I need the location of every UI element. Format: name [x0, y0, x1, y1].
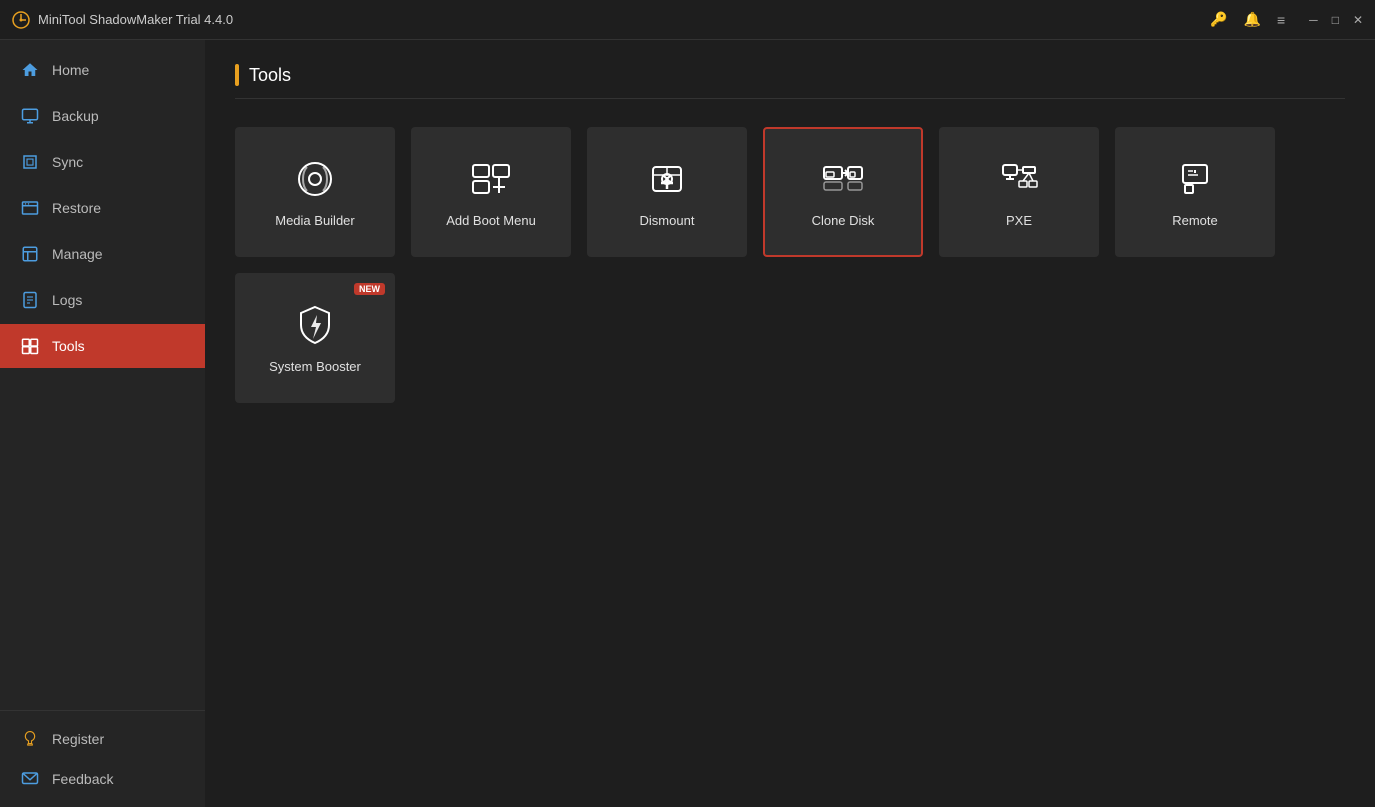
- pxe-icon: [997, 157, 1041, 201]
- tool-card-dismount[interactable]: Dismount: [587, 127, 747, 257]
- title-bar: MiniTool ShadowMaker Trial 4.4.0 🔑 🔔 ≡ ─…: [0, 0, 1375, 40]
- sidebar-label-manage: Manage: [52, 246, 103, 262]
- key-icon[interactable]: 🔑: [1210, 11, 1227, 28]
- minimize-button[interactable]: ─: [1309, 14, 1318, 26]
- sidebar-label-tools: Tools: [52, 338, 85, 354]
- add-boot-menu-label: Add Boot Menu: [446, 213, 536, 228]
- logs-icon: [20, 290, 40, 310]
- dismount-icon: [645, 157, 689, 201]
- clone-disk-label: Clone Disk: [812, 213, 875, 228]
- clone-disk-icon: [821, 157, 865, 201]
- title-bar-left: MiniTool ShadowMaker Trial 4.4.0: [12, 11, 233, 29]
- sidebar-label-sync: Sync: [52, 154, 83, 170]
- dismount-label: Dismount: [640, 213, 695, 228]
- new-badge: NEW: [354, 283, 385, 295]
- window-controls: ─ □ ✕: [1309, 14, 1363, 26]
- sidebar-label-logs: Logs: [52, 292, 82, 308]
- menu-icon[interactable]: ≡: [1277, 12, 1285, 28]
- remote-icon: [1173, 157, 1217, 201]
- maximize-button[interactable]: □: [1332, 14, 1339, 26]
- sidebar-item-sync[interactable]: Sync: [0, 140, 205, 184]
- system-booster-label: System Booster: [269, 359, 361, 374]
- backup-icon: [20, 106, 40, 126]
- sidebar-item-restore[interactable]: Restore: [0, 186, 205, 230]
- title-accent: [235, 64, 239, 86]
- restore-icon: [20, 198, 40, 218]
- sidebar-item-home[interactable]: Home: [0, 48, 205, 92]
- tool-card-remote[interactable]: Remote: [1115, 127, 1275, 257]
- tools-grid: Media Builder Add Boot Menu: [235, 127, 1345, 403]
- sidebar-label-restore: Restore: [52, 200, 101, 216]
- tool-card-media-builder[interactable]: Media Builder: [235, 127, 395, 257]
- sidebar-label-register: Register: [52, 731, 104, 747]
- register-icon: [20, 729, 40, 749]
- tool-card-clone-disk[interactable]: Clone Disk: [763, 127, 923, 257]
- app-title: MiniTool ShadowMaker Trial 4.4.0: [38, 12, 233, 27]
- system-booster-icon: [293, 303, 337, 347]
- sidebar-item-manage[interactable]: Manage: [0, 232, 205, 276]
- home-icon: [20, 60, 40, 80]
- page-title: Tools: [249, 65, 291, 86]
- remote-label: Remote: [1172, 213, 1218, 228]
- sync-icon: [20, 152, 40, 172]
- tool-card-pxe[interactable]: PXE: [939, 127, 1099, 257]
- sidebar-label-backup: Backup: [52, 108, 99, 124]
- sidebar-item-register[interactable]: Register: [0, 719, 205, 759]
- sidebar-item-logs[interactable]: Logs: [0, 278, 205, 322]
- feedback-icon: [20, 769, 40, 789]
- sidebar-item-backup[interactable]: Backup: [0, 94, 205, 138]
- page-title-bar: Tools: [235, 64, 1345, 99]
- sidebar: Home Backup Sync Restore: [0, 40, 205, 807]
- media-builder-icon: [293, 157, 337, 201]
- tools-icon: [20, 336, 40, 356]
- sidebar-item-feedback[interactable]: Feedback: [0, 759, 205, 799]
- main-content: Tools Media Builder: [205, 40, 1375, 807]
- close-button[interactable]: ✕: [1353, 14, 1363, 26]
- sidebar-label-home: Home: [52, 62, 89, 78]
- sidebar-label-feedback: Feedback: [52, 771, 113, 787]
- sidebar-bottom: Register Feedback: [0, 710, 205, 807]
- pxe-label: PXE: [1006, 213, 1032, 228]
- tool-card-system-booster[interactable]: NEW System Booster: [235, 273, 395, 403]
- manage-icon: [20, 244, 40, 264]
- app-body: Home Backup Sync Restore: [0, 40, 1375, 807]
- notification-icon[interactable]: 🔔: [1244, 11, 1261, 28]
- media-builder-label: Media Builder: [275, 213, 355, 228]
- add-boot-menu-icon: [469, 157, 513, 201]
- app-logo-icon: [12, 11, 30, 29]
- sidebar-nav: Home Backup Sync Restore: [0, 48, 205, 710]
- tool-card-add-boot-menu[interactable]: Add Boot Menu: [411, 127, 571, 257]
- sidebar-item-tools[interactable]: Tools: [0, 324, 205, 368]
- title-bar-controls: 🔑 🔔 ≡ ─ □ ✕: [1210, 11, 1363, 28]
